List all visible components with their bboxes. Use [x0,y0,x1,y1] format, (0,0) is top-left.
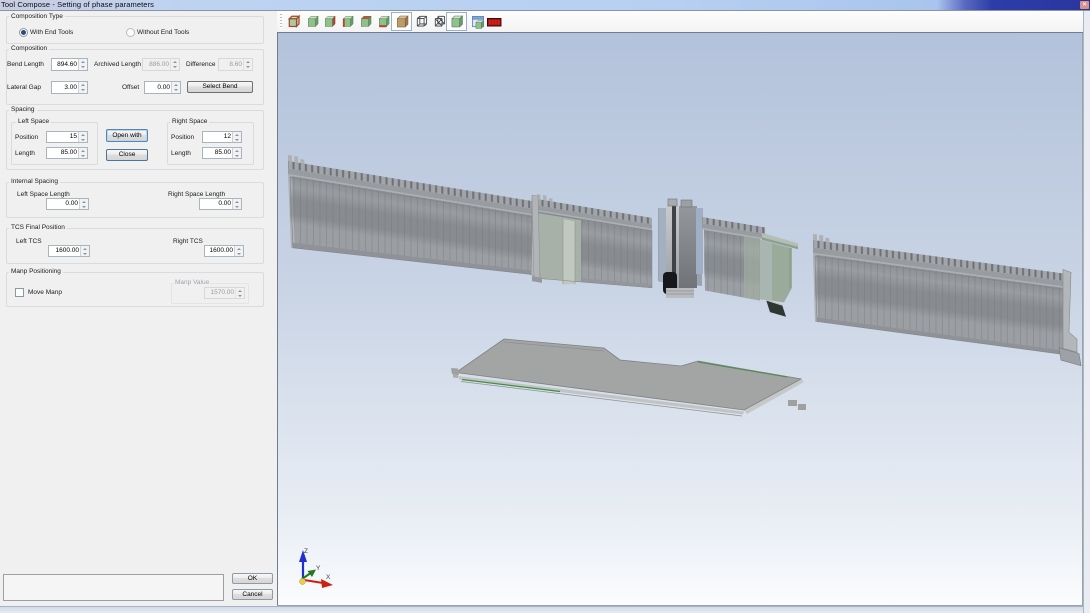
svg-text:X: X [326,574,331,581]
svg-text:Y: Y [316,565,321,572]
svg-text:Z: Z [304,548,308,555]
